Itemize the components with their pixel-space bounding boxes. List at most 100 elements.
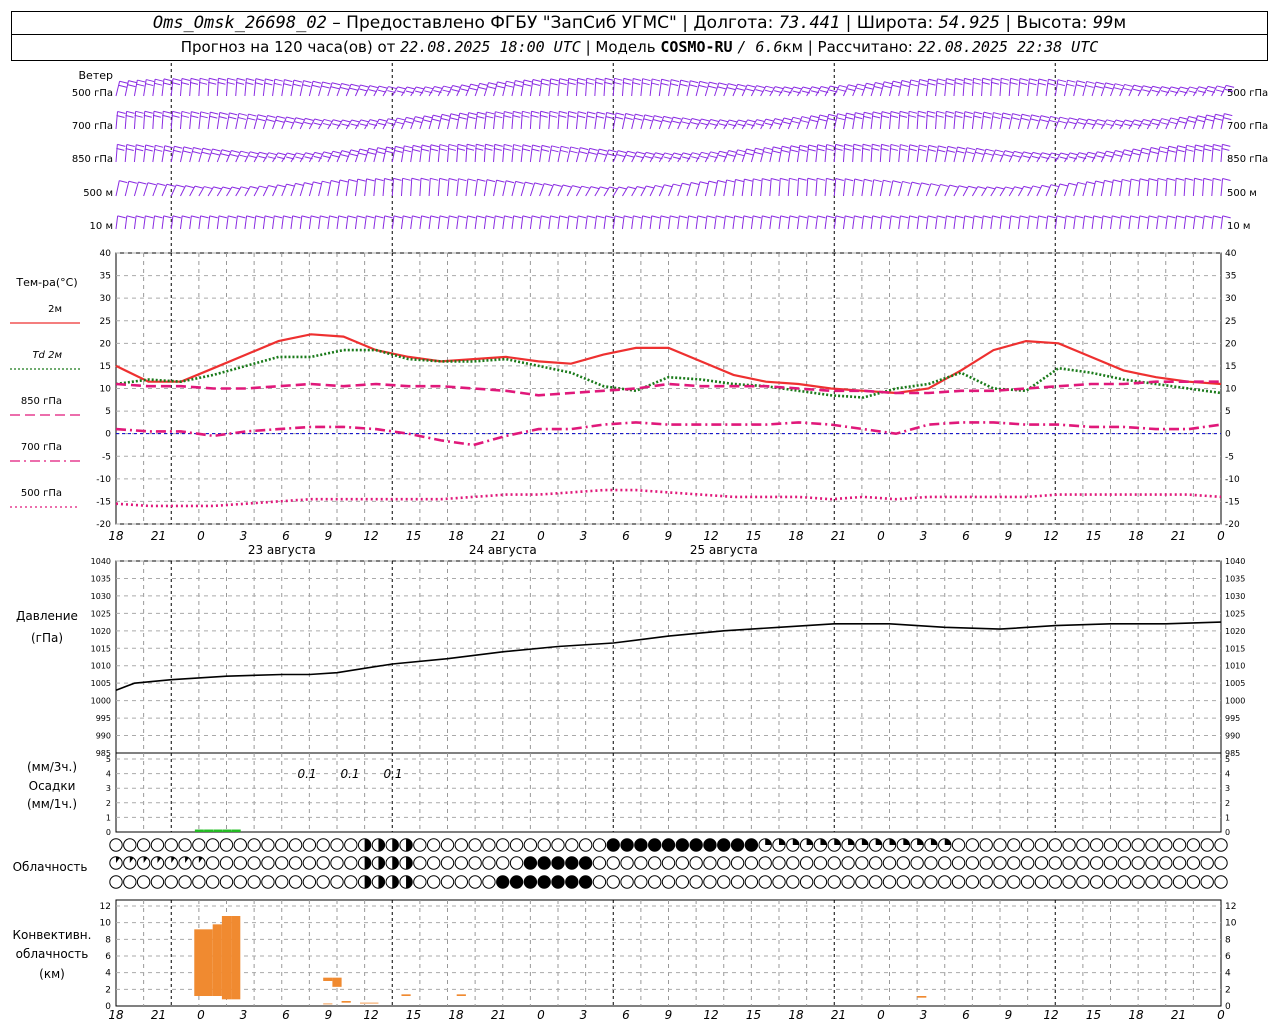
cloud-cover-symbol — [647, 875, 662, 889]
bottom-axis-hour-label: 9 — [1005, 1008, 1013, 1022]
wind-barb-staff — [189, 147, 194, 163]
cloud-cover-symbol — [1020, 838, 1035, 852]
wind-barb — [889, 215, 900, 230]
cloud-circle — [675, 875, 690, 889]
cloud-circle — [979, 838, 993, 852]
wind-barb-staff — [732, 84, 739, 97]
cloud-circle — [1117, 875, 1132, 889]
wind-barb-feather — [358, 152, 367, 156]
wind-barb-feather — [1059, 183, 1069, 187]
pressure-ytick-label-right: 1010 — [1225, 662, 1245, 671]
wind-barb-feather — [485, 115, 494, 119]
cloud-circle — [841, 856, 855, 870]
wind-barb-feather — [1106, 119, 1115, 123]
wind-barb-feather — [1066, 215, 1075, 219]
bottom-axis-hour-label: 0 — [1217, 1008, 1225, 1022]
cloud-cover-symbol — [426, 875, 441, 889]
wind-barb-feather — [635, 155, 644, 159]
temp-legend-label: 850 гПа — [21, 396, 62, 407]
wind-barb — [272, 215, 283, 230]
wind-barb-feather — [835, 178, 844, 182]
cloud-cover-symbol — [1103, 856, 1118, 870]
wind-barb-feather — [798, 148, 807, 152]
cloud-circle — [247, 856, 261, 870]
wind-barb-feather — [1195, 144, 1204, 148]
wind-barb-staff — [889, 111, 892, 130]
wind-barb-feather — [301, 215, 310, 219]
wind-barb-feather — [375, 178, 384, 182]
wind-barb-feather — [775, 86, 784, 90]
wind-barb-staff — [1156, 178, 1159, 197]
wind-barb — [493, 143, 503, 163]
convective-title-1: Конвективн. — [13, 928, 92, 942]
wind-barb-feather — [798, 177, 807, 181]
cloud-circle — [136, 838, 151, 852]
wind-barb-feather — [655, 152, 664, 156]
time-axis-hour-label: 18 — [1128, 529, 1144, 543]
cloud-cover-symbol — [1159, 838, 1173, 852]
wind-barb-feather — [1023, 151, 1032, 155]
cloud-cover-symbol — [537, 875, 551, 889]
wind-barb — [1008, 77, 1019, 97]
wind-barb-staff — [493, 180, 498, 197]
cloud-circle — [772, 875, 786, 889]
cloud-circle — [1076, 838, 1090, 852]
cloud-cover-symbol — [164, 856, 178, 870]
wind-barb-feather — [274, 215, 283, 219]
wind-barb — [1192, 177, 1203, 197]
wind-barb — [143, 215, 154, 230]
bottom-axis-hour-label: 21 — [151, 1008, 166, 1022]
wind-barb-staff — [557, 146, 562, 163]
wind-barb-feather — [266, 119, 275, 122]
cloud-cover-symbol — [606, 875, 620, 889]
wind-barb-feather — [237, 116, 247, 120]
wind-barb-feather — [549, 110, 559, 114]
wind-barb — [824, 215, 835, 230]
cloud-circle — [247, 875, 261, 889]
cloud-circle — [482, 875, 496, 889]
wind-barb-staff — [1174, 178, 1177, 197]
wind-barb — [308, 215, 320, 230]
wind-barb-feather — [864, 111, 873, 115]
wind-barb-feather — [807, 177, 816, 181]
cloud-fill-wedge — [406, 875, 413, 889]
wind-barb-feather — [701, 118, 710, 122]
wind-barb-feather — [1057, 79, 1067, 83]
cloud-cover-symbol — [620, 838, 634, 852]
wind-barb-feather — [213, 186, 222, 190]
wind-barb-feather — [698, 84, 707, 88]
cloud-circle — [537, 838, 551, 852]
wind-barb-feather — [396, 121, 405, 125]
wind-barb — [842, 143, 853, 163]
pressure-ytick-label: 1015 — [91, 644, 111, 653]
wind-barb-feather — [863, 215, 872, 219]
cloud-cover-symbol — [302, 838, 317, 852]
wind-barb-feather — [995, 149, 1004, 153]
wind-barb-feather — [163, 149, 172, 153]
wind-barb-feather — [641, 82, 650, 86]
wind-barb-feather — [477, 111, 486, 115]
wind-barb-staff — [226, 150, 232, 163]
wind-barb — [815, 144, 826, 163]
wind-barb-feather — [872, 111, 882, 115]
wind-barb-feather — [540, 148, 550, 152]
wind-barb-feather — [180, 81, 190, 85]
wind-barb-feather — [209, 115, 218, 119]
wind-barb-feather — [1177, 145, 1186, 149]
cloud-circle — [1200, 838, 1214, 852]
wind-barb-feather — [737, 83, 746, 87]
wind-barb — [428, 144, 440, 163]
wind-barb-feather — [125, 114, 134, 118]
cloud-cover-symbol — [330, 875, 344, 889]
wind-barb-feather — [359, 148, 368, 152]
convective-ytick-label-right: 10 — [1225, 919, 1237, 929]
wind-barb-feather — [163, 215, 172, 219]
cloud-circle — [344, 875, 358, 889]
wind-barb — [585, 77, 595, 97]
wind-barb — [474, 215, 485, 230]
cloud-cover-symbol — [1186, 838, 1201, 852]
wind-barb — [990, 77, 1001, 97]
wind-barb-feather — [577, 111, 587, 115]
cloud-cover-symbol — [730, 838, 745, 852]
wind-barb — [493, 111, 504, 130]
